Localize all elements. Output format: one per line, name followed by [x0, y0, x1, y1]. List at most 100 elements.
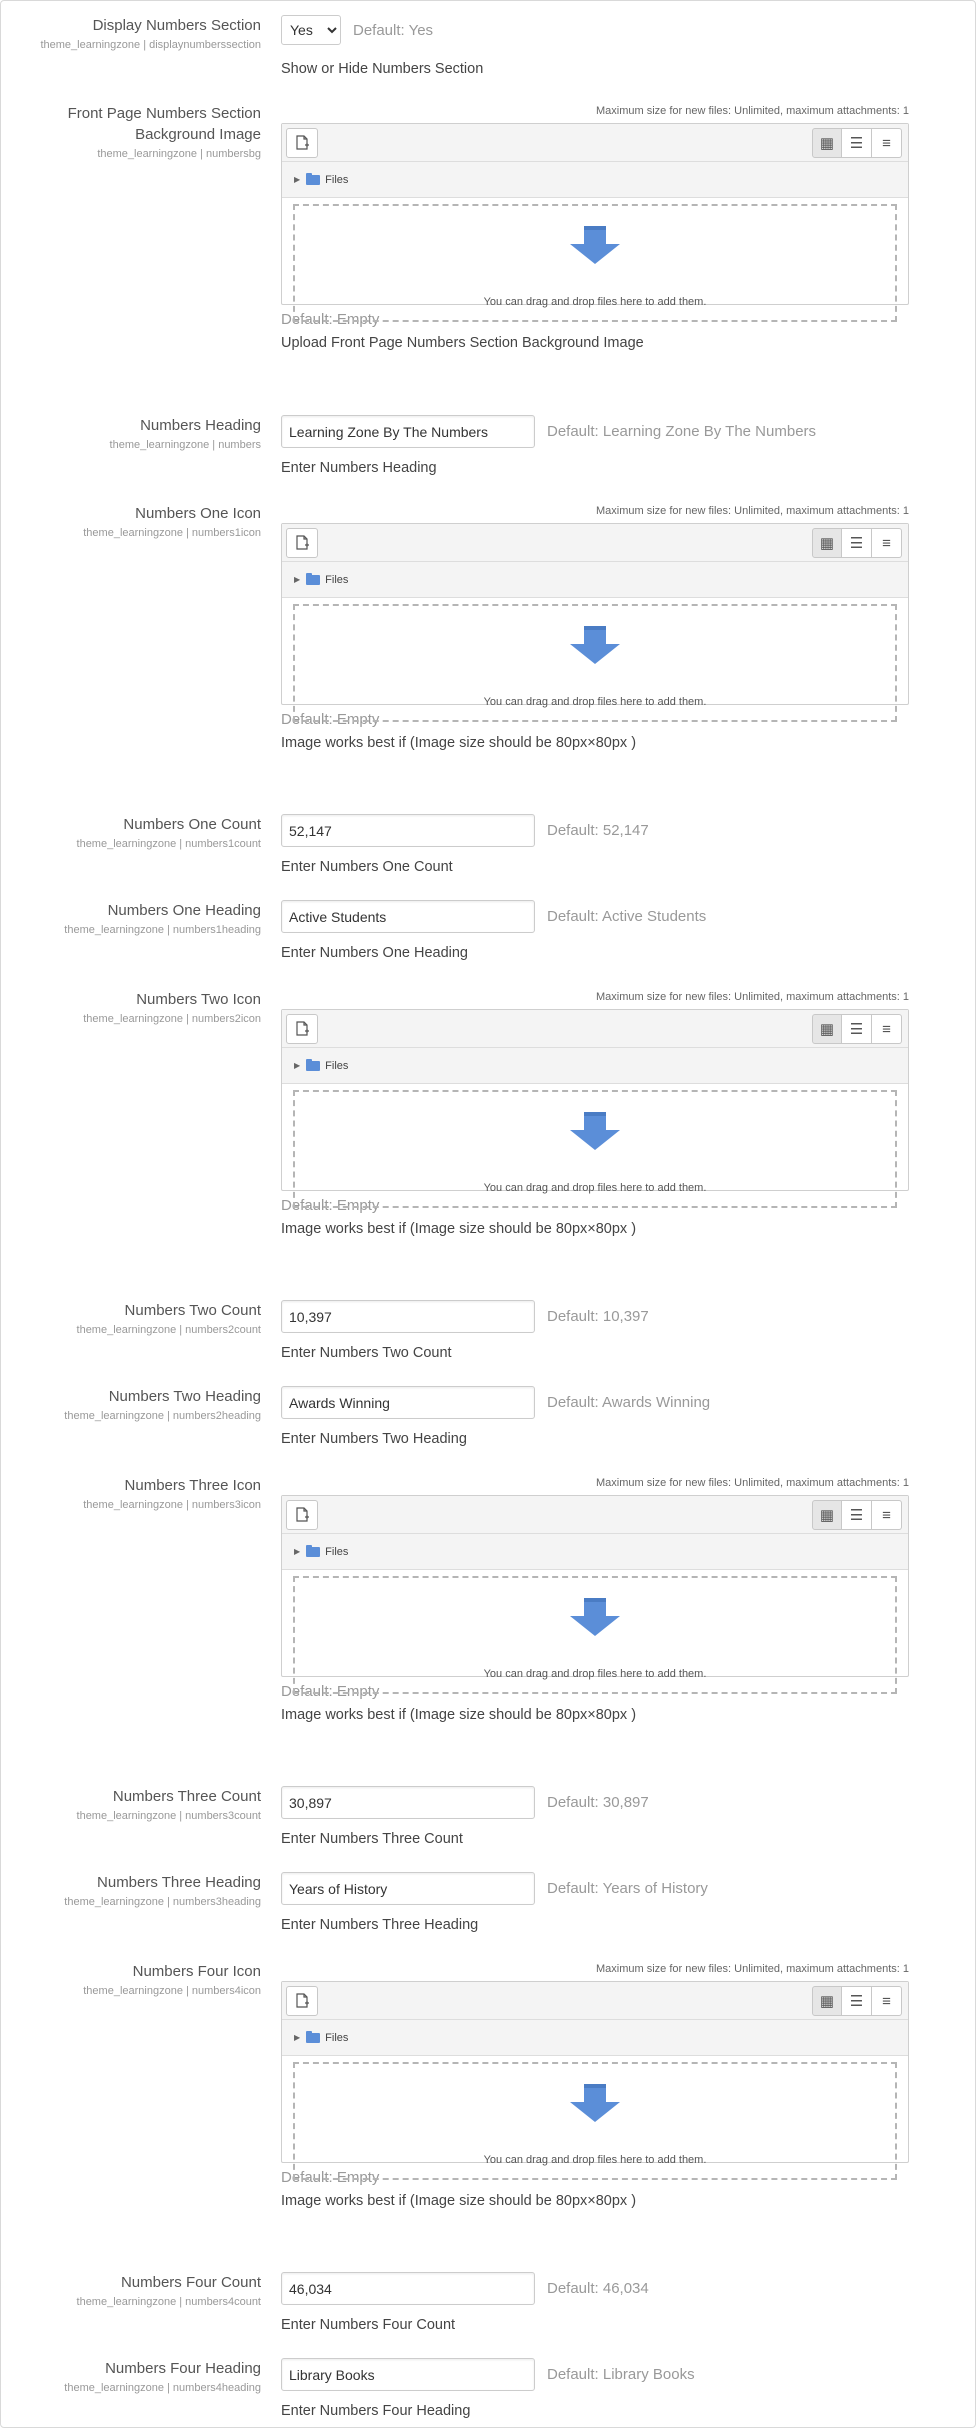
settings-page: Display Numbers Section theme_learningzo…: [0, 0, 976, 2428]
file-picker: ▦ ☰ ≡ ▶ Files You can drag and drop file…: [281, 1981, 909, 2180]
add-file-icon[interactable]: [286, 1014, 318, 1044]
file-picker: ▦ ☰ ≡ ▶ Files You can drag and drop file…: [281, 523, 909, 722]
setting-description: Image works best if (Image size should b…: [281, 2193, 637, 2209]
view-list-icon[interactable]: ☰: [842, 1500, 872, 1530]
setting-description: Enter Numbers Two Count: [281, 1345, 452, 1361]
setting-description: Enter Numbers Two Heading: [281, 1431, 467, 1447]
numbers-three-count-input[interactable]: [281, 1786, 535, 1819]
add-file-icon[interactable]: [286, 1986, 318, 2016]
file-picker: ▦ ☰ ≡ ▶ Files You can drag and drop file…: [281, 1009, 909, 1208]
drop-arrow-icon: [570, 1598, 620, 1636]
drop-zone[interactable]: You can drag and drop files here to add …: [293, 204, 897, 322]
expand-icon[interactable]: ▶: [294, 1547, 300, 1556]
drop-zone[interactable]: You can drag and drop files here to add …: [293, 1090, 897, 1208]
drop-zone[interactable]: You can drag and drop files here to add …: [293, 1576, 897, 1694]
setting-key: theme_learningzone | numbers2icon: [83, 1013, 261, 1025]
default-value: Default: 46,034: [547, 2280, 649, 2297]
add-file-icon[interactable]: [286, 1500, 318, 1530]
drop-zone[interactable]: You can drag and drop files here to add …: [293, 604, 897, 722]
files-label[interactable]: Files: [325, 2032, 348, 2044]
view-list-icon[interactable]: ☰: [842, 528, 872, 558]
setting-key: theme_learningzone | numbersbg: [97, 148, 261, 160]
expand-icon[interactable]: ▶: [294, 575, 300, 584]
numbers-three-heading-input[interactable]: [281, 1872, 535, 1905]
numbers-one-count-input[interactable]: [281, 814, 535, 847]
drop-message: You can drag and drop files here to add …: [483, 1668, 707, 1680]
files-label[interactable]: Files: [325, 1060, 348, 1072]
setting-description: Enter Numbers Three Heading: [281, 1917, 479, 1933]
setting-title: Numbers Four Heading: [105, 2360, 261, 2377]
drop-arrow-icon: [570, 2084, 620, 2122]
folder-icon: [306, 2030, 321, 2043]
numbers-four-count-input[interactable]: [281, 2272, 535, 2305]
drop-message: You can drag and drop files here to add …: [483, 296, 707, 308]
default-value: Default: Active Students: [547, 908, 707, 925]
files-label[interactable]: Files: [325, 174, 348, 186]
default-value: Default: Library Books: [547, 2366, 695, 2383]
setting-description: Image works best if (Image size should b…: [281, 735, 637, 751]
view-tree-icon[interactable]: ≡: [872, 1500, 902, 1530]
max-size-note: Maximum size for new files: Unlimited, m…: [596, 991, 909, 1003]
default-value: Default: 30,897: [547, 1794, 649, 1811]
view-tree-icon[interactable]: ≡: [872, 1986, 902, 2016]
default-value: Default: 10,397: [547, 1308, 649, 1325]
default-value: Default: 52,147: [547, 822, 649, 839]
numbers-two-count-input[interactable]: [281, 1300, 535, 1333]
view-icons-icon[interactable]: ▦: [812, 1500, 842, 1530]
setting-title: Numbers One Icon: [135, 505, 261, 522]
setting-title: Display Numbers Section: [92, 17, 261, 34]
setting-key: theme_learningzone | numbers3icon: [83, 1499, 261, 1511]
setting-key: theme_learningzone | numbers2heading: [64, 1410, 261, 1422]
numbers-heading-input[interactable]: [281, 415, 535, 448]
setting-key: theme_learningzone | numbers1heading: [64, 924, 261, 936]
drop-zone[interactable]: You can drag and drop files here to add …: [293, 2062, 897, 2180]
setting-title: Numbers Three Icon: [124, 1477, 261, 1494]
setting-key: theme_learningzone | displaynumberssecti…: [40, 39, 261, 51]
setting-title: Numbers Heading: [140, 417, 261, 434]
drop-arrow-icon: [570, 626, 620, 664]
default-value: Default: Years of History: [547, 1880, 708, 1897]
setting-key: theme_learningzone | numbers3count: [76, 1810, 261, 1822]
file-picker: ▦ ☰ ≡ ▶ Files You can drag and drop file…: [281, 123, 909, 322]
expand-icon[interactable]: ▶: [294, 175, 300, 184]
add-file-icon[interactable]: [286, 528, 318, 558]
setting-title: Front Page Numbers Section Background Im…: [67, 105, 261, 143]
expand-icon[interactable]: ▶: [294, 2033, 300, 2042]
setting-title: Numbers Three Count: [112, 1788, 261, 1805]
view-list-icon[interactable]: ☰: [842, 128, 872, 158]
view-tree-icon[interactable]: ≡: [872, 1014, 902, 1044]
default-value: Default: Awards Winning: [547, 1394, 711, 1411]
setting-description: Enter Numbers Heading: [281, 460, 437, 476]
setting-title: Numbers One Heading: [107, 902, 261, 919]
drop-arrow-icon: [570, 1112, 620, 1150]
max-size-note: Maximum size for new files: Unlimited, m…: [596, 1963, 909, 1975]
setting-key: theme_learningzone | numbers4heading: [64, 2382, 261, 2394]
view-icons-icon[interactable]: ▦: [812, 1986, 842, 2016]
view-icons-icon[interactable]: ▦: [812, 528, 842, 558]
drop-arrow-icon: [570, 226, 620, 264]
expand-icon[interactable]: ▶: [294, 1061, 300, 1070]
files-label[interactable]: Files: [325, 574, 348, 586]
add-file-icon[interactable]: [286, 128, 318, 158]
view-tree-icon[interactable]: ≡: [872, 128, 902, 158]
numbers-two-heading-input[interactable]: [281, 1386, 535, 1419]
numbers-four-heading-input[interactable]: [281, 2358, 535, 2391]
drop-message: You can drag and drop files here to add …: [483, 1182, 707, 1194]
view-list-icon[interactable]: ☰: [842, 1986, 872, 2016]
display-numbers-select[interactable]: Yes: [281, 15, 341, 45]
setting-description: Upload Front Page Numbers Section Backgr…: [281, 335, 644, 351]
setting-description: Enter Numbers One Heading: [281, 945, 468, 961]
numbers-one-heading-input[interactable]: [281, 900, 535, 933]
setting-key: theme_learningzone | numbers4icon: [83, 1985, 261, 1997]
setting-title: Numbers Two Count: [124, 1302, 261, 1319]
setting-key: theme_learningzone | numbers2count: [76, 1324, 261, 1336]
setting-title: Numbers Four Icon: [132, 1963, 261, 1980]
view-tree-icon[interactable]: ≡: [872, 528, 902, 558]
drop-message: You can drag and drop files here to add …: [483, 2154, 707, 2166]
view-icons-icon[interactable]: ▦: [812, 1014, 842, 1044]
setting-key: theme_learningzone | numbers1icon: [83, 527, 261, 539]
view-icons-icon[interactable]: ▦: [812, 128, 842, 158]
view-list-icon[interactable]: ☰: [842, 1014, 872, 1044]
files-label[interactable]: Files: [325, 1546, 348, 1558]
drop-message: You can drag and drop files here to add …: [483, 696, 707, 708]
